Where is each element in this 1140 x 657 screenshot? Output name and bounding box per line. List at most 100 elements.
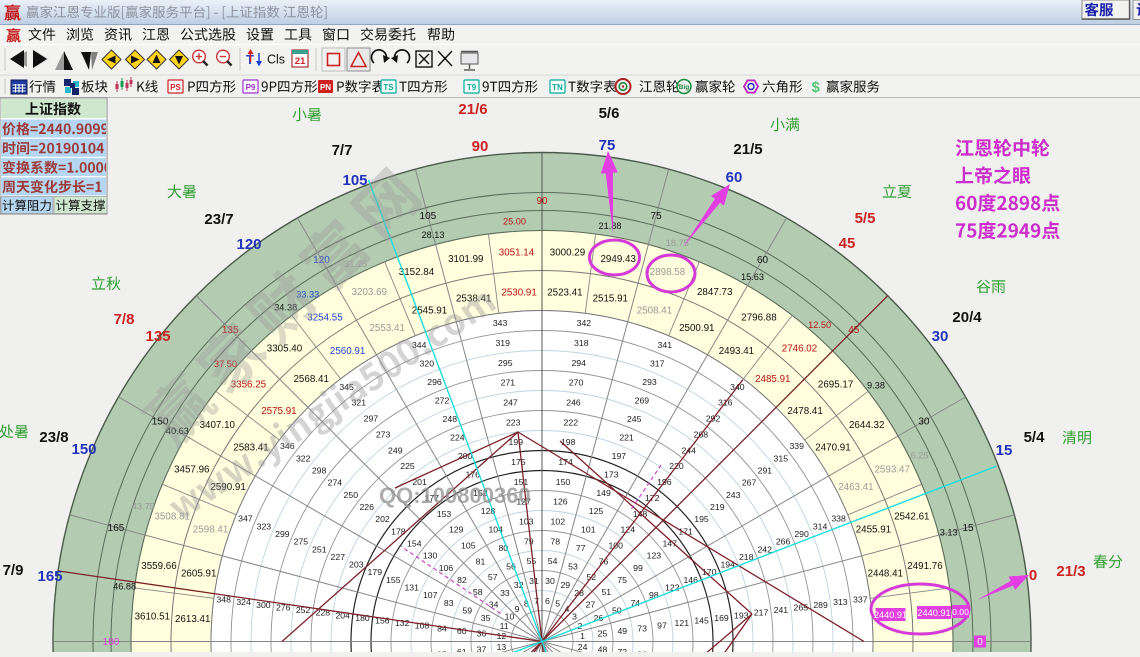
svg-text:154: 154 — [407, 539, 422, 549]
svg-text:30: 30 — [918, 417, 930, 428]
svg-text:20/4: 20/4 — [952, 309, 982, 326]
svg-text:319: 319 — [495, 338, 510, 348]
svg-text:339: 339 — [789, 441, 804, 451]
svg-text:169: 169 — [714, 613, 729, 623]
svg-text:3305.40: 3305.40 — [267, 343, 303, 354]
svg-text:1: 1 — [580, 631, 585, 641]
svg-text:125: 125 — [589, 506, 604, 516]
svg-text:121: 121 — [675, 618, 690, 628]
svg-text:347: 347 — [238, 514, 253, 524]
svg-text:2796.88: 2796.88 — [741, 312, 777, 323]
svg-text:53: 53 — [568, 562, 578, 572]
svg-text:2523.41: 2523.41 — [547, 288, 582, 299]
svg-text:217: 217 — [754, 608, 769, 618]
svg-text:130: 130 — [423, 551, 438, 561]
svg-text:QQ:100800360: QQ:100800360 — [379, 483, 531, 508]
svg-text:2491.76: 2491.76 — [907, 561, 943, 572]
svg-text:2746.02: 2746.02 — [782, 343, 817, 354]
svg-text:11: 11 — [500, 621, 509, 631]
svg-text:150: 150 — [71, 441, 96, 458]
svg-text:108: 108 — [415, 621, 430, 631]
svg-text:291: 291 — [758, 465, 773, 475]
svg-text:P9: P9 — [246, 83, 256, 92]
svg-text:2470.91: 2470.91 — [815, 443, 850, 454]
svg-text:2515.91: 2515.91 — [593, 294, 628, 305]
svg-text:46.88: 46.88 — [113, 582, 136, 592]
svg-text:341: 341 — [658, 340, 673, 350]
svg-text:123: 123 — [647, 551, 662, 561]
svg-text:0: 0 — [977, 637, 983, 648]
svg-text:226: 226 — [359, 502, 374, 512]
svg-text:5: 5 — [555, 599, 560, 609]
svg-text:97: 97 — [657, 621, 667, 631]
svg-text:6: 6 — [545, 596, 550, 606]
svg-text:73: 73 — [637, 623, 647, 633]
svg-text:2605.91: 2605.91 — [181, 569, 216, 580]
svg-text:61: 61 — [457, 647, 467, 652]
svg-text:247: 247 — [503, 398, 518, 408]
svg-text:2695.17: 2695.17 — [818, 380, 853, 391]
svg-text:135: 135 — [145, 328, 170, 345]
svg-text:103: 103 — [519, 517, 534, 527]
svg-text:227: 227 — [331, 552, 346, 562]
svg-text:84: 84 — [437, 623, 447, 633]
svg-text:295: 295 — [498, 358, 513, 368]
svg-text:297: 297 — [364, 414, 379, 424]
svg-text:266: 266 — [776, 537, 791, 547]
svg-text:322: 322 — [296, 453, 311, 463]
svg-text:2530.91: 2530.91 — [501, 288, 536, 299]
svg-text:275: 275 — [294, 537, 309, 547]
svg-text:314: 314 — [813, 521, 828, 531]
svg-text:43.75: 43.75 — [132, 501, 155, 511]
svg-text:2553.41: 2553.41 — [369, 323, 404, 334]
svg-text:101: 101 — [581, 525, 596, 535]
svg-text:2440.91: 2440.91 — [917, 608, 950, 618]
svg-text:202: 202 — [375, 514, 390, 524]
svg-text:2448.41: 2448.41 — [868, 569, 903, 580]
svg-text:3101.99: 3101.99 — [448, 254, 483, 265]
svg-text:290: 290 — [794, 529, 809, 539]
svg-text:274: 274 — [328, 478, 343, 488]
svg-text:77: 77 — [576, 543, 586, 553]
svg-text:57: 57 — [488, 572, 498, 582]
svg-text:248: 248 — [443, 414, 458, 424]
svg-text:12.50: 12.50 — [808, 320, 831, 330]
svg-text:99: 99 — [633, 563, 643, 573]
svg-text:225: 225 — [400, 461, 415, 471]
svg-text:153: 153 — [437, 509, 452, 519]
svg-text:171: 171 — [678, 526, 693, 536]
svg-text:149: 149 — [596, 488, 611, 498]
svg-text:90: 90 — [536, 196, 548, 207]
svg-text:105: 105 — [461, 541, 476, 551]
svg-text:120: 120 — [236, 236, 261, 253]
svg-text:2485.91: 2485.91 — [755, 374, 790, 385]
svg-text:3457.96: 3457.96 — [174, 464, 210, 475]
svg-text:5/6: 5/6 — [599, 105, 620, 122]
svg-text:337: 337 — [853, 595, 868, 605]
svg-text:343: 343 — [493, 318, 508, 328]
svg-text:83: 83 — [444, 598, 454, 608]
svg-text:224: 224 — [450, 432, 465, 442]
svg-text:45: 45 — [848, 325, 860, 336]
svg-text:5/4: 5/4 — [1024, 429, 1046, 446]
svg-text:165: 165 — [37, 568, 62, 585]
svg-text:267: 267 — [742, 478, 757, 488]
svg-text:289: 289 — [813, 600, 828, 610]
svg-text:221: 221 — [619, 432, 634, 442]
svg-text:23/7: 23/7 — [204, 211, 233, 228]
svg-text:2463.41: 2463.41 — [838, 482, 873, 493]
svg-text:27: 27 — [586, 599, 596, 609]
svg-text:34: 34 — [489, 599, 499, 609]
svg-text:173: 173 — [604, 469, 619, 479]
svg-text:54: 54 — [548, 556, 558, 566]
svg-text:15: 15 — [962, 523, 974, 534]
svg-text:250: 250 — [344, 490, 359, 500]
svg-text:249: 249 — [388, 445, 403, 455]
svg-text:35: 35 — [481, 613, 491, 623]
svg-text:273: 273 — [376, 429, 391, 439]
svg-text:315: 315 — [774, 453, 789, 463]
svg-text:48: 48 — [598, 645, 608, 653]
svg-text:245: 245 — [627, 414, 642, 424]
svg-text:126: 126 — [553, 497, 568, 507]
svg-text:21/6: 21/6 — [458, 101, 487, 118]
